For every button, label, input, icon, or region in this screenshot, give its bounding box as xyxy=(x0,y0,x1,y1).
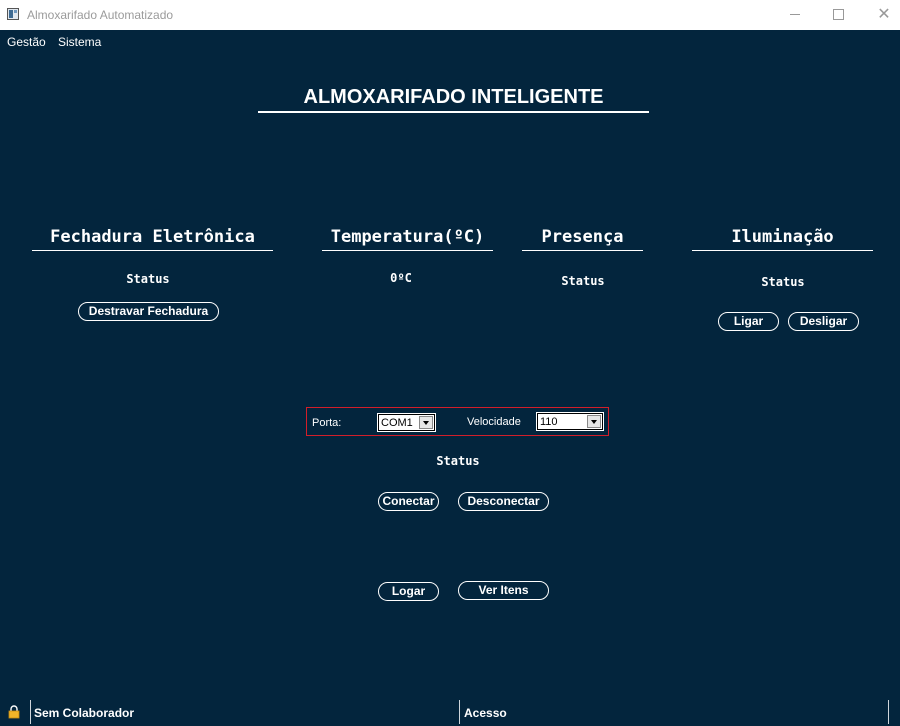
status-bar xyxy=(0,700,900,726)
maximize-icon[interactable] xyxy=(815,0,861,30)
chevron-down-icon[interactable] xyxy=(587,415,601,428)
view-items-button[interactable]: Ver Itens xyxy=(458,581,549,600)
lock-status: Status xyxy=(126,272,170,286)
port-label: Porta: xyxy=(312,417,342,429)
unlock-button[interactable]: Destravar Fechadura xyxy=(78,302,219,321)
lighting-status: Status xyxy=(761,275,805,289)
page-title: ALMOXARIFADO INTELIGENTE xyxy=(258,84,649,113)
access-status: Acesso xyxy=(464,706,507,720)
window-titlebar: Almoxarifado Automatizado ✕ xyxy=(0,0,900,30)
serial-config-panel: Porta: COM1 Velocidade 110 xyxy=(306,407,609,436)
temperature-section-title: Temperatura(ºC) xyxy=(322,225,493,251)
disconnect-button[interactable]: Desconectar xyxy=(458,492,549,511)
status-divider xyxy=(459,700,460,724)
chevron-down-icon[interactable] xyxy=(419,416,433,429)
lock-icon xyxy=(8,705,20,719)
minimize-icon[interactable] xyxy=(772,0,818,30)
close-icon[interactable]: ✕ xyxy=(861,0,900,30)
menu-sistema[interactable]: Sistema xyxy=(58,35,101,49)
lighting-section-title: Iluminação xyxy=(692,225,873,251)
speed-select-value: 110 xyxy=(540,416,558,428)
status-divider xyxy=(30,700,31,724)
login-button[interactable]: Logar xyxy=(378,582,439,601)
port-select-value: COM1 xyxy=(381,417,413,429)
menu-gestao[interactable]: Gestão xyxy=(7,35,46,49)
status-divider xyxy=(888,700,889,724)
connect-button[interactable]: Conectar xyxy=(378,492,439,511)
collaborator-status: Sem Colaborador xyxy=(34,706,135,720)
window-title: Almoxarifado Automatizado xyxy=(27,8,174,22)
light-on-button[interactable]: Ligar xyxy=(718,312,779,331)
port-select[interactable]: COM1 xyxy=(377,413,436,432)
lock-section-title: Fechadura Eletrônica xyxy=(32,225,273,251)
speed-label: Velocidade xyxy=(467,416,521,428)
temperature-value: 0ºC xyxy=(390,271,412,285)
light-off-button[interactable]: Desligar xyxy=(788,312,859,331)
connection-status: Status xyxy=(436,454,480,468)
presence-section-title: Presença xyxy=(522,225,643,251)
menu-bar xyxy=(0,30,900,52)
speed-select[interactable]: 110 xyxy=(536,412,604,431)
app-icon xyxy=(7,8,19,20)
presence-status: Status xyxy=(561,274,605,288)
